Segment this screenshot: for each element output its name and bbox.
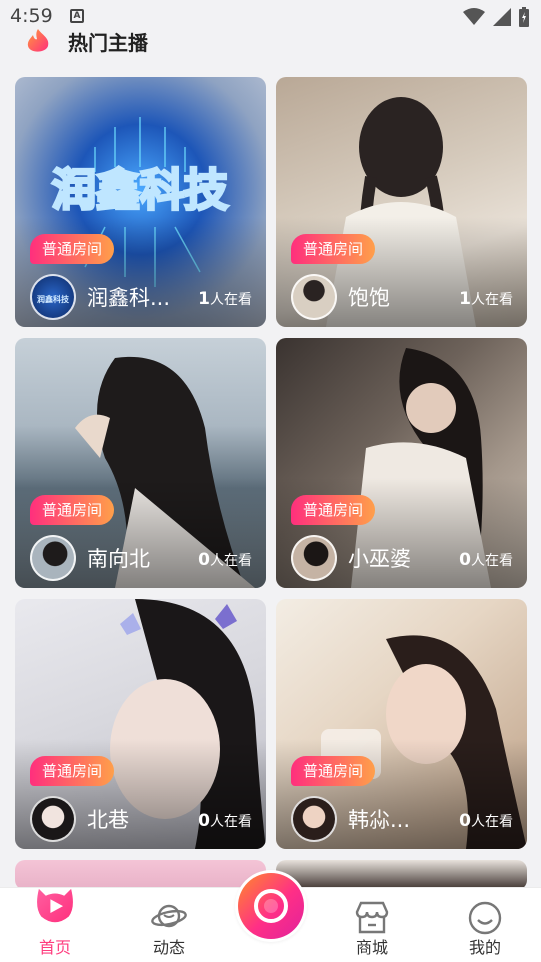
room-type-badge: 普通房间 [30,756,115,786]
anchor-name: 北巷 [87,808,129,832]
anchor-card[interactable]: 润鑫科技 普通房间 润鑫科技 润鑫科... 1人在看 [15,77,266,327]
flame-icon [27,29,49,52]
status-time: 4:59 [10,5,53,27]
avatar[interactable] [291,796,337,842]
anchor-card[interactable]: 普通房间 饱饱 1人在看 [276,77,527,327]
section-header: 热门主播 [24,26,148,56]
avatar[interactable] [30,535,76,581]
avatar[interactable] [291,274,337,320]
shop-icon [355,901,389,934]
tab-home[interactable]: 首页 [10,888,100,962]
viewer-count: 0人在看 [198,550,252,570]
room-type-badge: 普通房间 [291,234,376,264]
tab-moments[interactable]: 动态 [124,888,214,962]
viewer-count: 0人在看 [198,811,252,831]
tab-label: 动态 [152,938,185,957]
camera-lens-icon [254,889,288,923]
tab-label: 我的 [468,938,501,957]
room-type-badge: 普通房间 [291,756,376,786]
viewer-count: 0人在看 [459,550,513,570]
cover-logo-text: 润鑫科技 [52,165,228,216]
anchor-card[interactable]: 普通房间 小巫婆 0人在看 [276,338,527,588]
room-type-badge: 普通房间 [291,495,376,525]
section-title: 热门主播 [68,30,148,55]
anchor-name: 小巫婆 [348,547,411,571]
anchor-name: 韩尛... [348,808,411,832]
status-icons [463,7,529,27]
anchor-name: 饱饱 [348,286,390,310]
avatar[interactable]: 润鑫科技 [30,274,76,320]
room-type-badge: 普通房间 [30,495,115,525]
anchor-name: 南向北 [87,547,150,571]
anchor-card[interactable]: 普通房间 北巷 0人在看 [15,599,266,849]
wifi-icon [463,8,485,25]
avatar[interactable] [291,535,337,581]
play-home-icon [37,888,73,923]
anchor-name: 润鑫科... [87,286,171,310]
battery-icon [519,7,529,27]
signal-icon [493,8,511,26]
anchor-card[interactable]: 普通房间 韩尛... 0人在看 [276,599,527,849]
notification-a-icon: A [70,9,84,23]
go-live-button[interactable] [235,870,307,942]
viewer-count: 0人在看 [459,811,513,831]
tab-shop[interactable]: 商城 [327,888,417,962]
viewer-count: 1人在看 [198,289,252,309]
smile-icon [468,901,502,935]
tab-profile[interactable]: 我的 [440,888,530,962]
room-type-badge: 普通房间 [30,234,115,264]
anchor-card[interactable]: 普通房间 南向北 0人在看 [15,338,266,588]
anchor-card-partial[interactable] [276,860,527,890]
avatar-logo-text: 润鑫科技 [37,294,70,304]
avatar[interactable] [30,796,76,842]
viewer-count: 1人在看 [459,289,513,309]
planet-icon [151,904,187,928]
tab-label: 商城 [355,938,388,957]
tab-label: 首页 [38,938,71,957]
